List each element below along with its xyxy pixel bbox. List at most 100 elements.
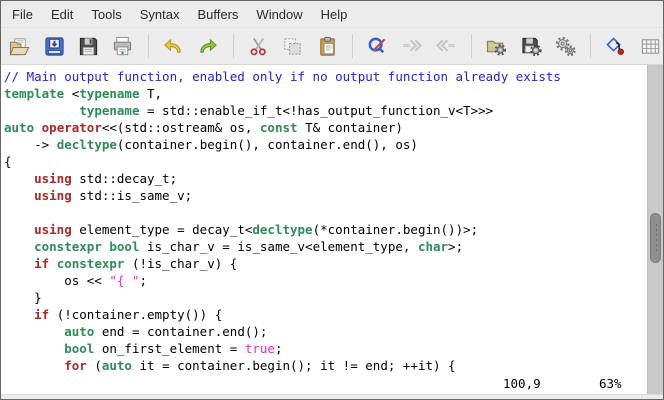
code-line: { — [4, 153, 647, 170]
menu-bar: File Edit Tools Syntax Buffers Window He… — [1, 1, 663, 28]
toolbar — [1, 28, 663, 65]
save-all-button[interactable] — [76, 33, 101, 59]
code-token — [4, 171, 34, 186]
cut-button[interactable] — [245, 33, 270, 59]
toolbar-separator — [233, 34, 234, 58]
ruler-cursor-position: 100,9 — [503, 375, 541, 392]
code-line: -> decltype(container.begin(), container… — [4, 136, 647, 153]
table-mode-button[interactable] — [638, 33, 663, 59]
magnifier-pencil-icon — [366, 35, 389, 58]
code-token: if — [34, 307, 49, 322]
code-token: std::is_same_v; — [72, 188, 192, 203]
table-grid-icon — [639, 35, 662, 58]
code-token: std::decay_t; — [72, 171, 177, 186]
undo-button[interactable] — [161, 33, 186, 59]
code-token: operator — [42, 120, 102, 135]
code-line: typename = std::enable_if_t<!has_output_… — [4, 102, 647, 119]
redo-button[interactable] — [195, 33, 220, 59]
code-token: using — [34, 188, 72, 203]
printer-icon — [111, 35, 134, 58]
code-token: true — [245, 341, 275, 356]
print-button[interactable] — [110, 33, 135, 59]
window-bottom-edge — [1, 394, 663, 399]
code-token: using — [34, 222, 72, 237]
code-token: T& container) — [298, 120, 403, 135]
code-area[interactable]: // Main output function, enabled only if… — [1, 65, 647, 394]
code-token: (!is_char_v) { — [124, 256, 237, 271]
code-token: (container.begin(), container.end(), os) — [117, 137, 418, 152]
menu-edit[interactable]: Edit — [42, 2, 82, 27]
find-next-button[interactable] — [399, 33, 424, 59]
save-drive-icon — [43, 35, 66, 58]
find-replace-button[interactable] — [365, 33, 390, 59]
code-line — [4, 204, 647, 221]
code-token — [34, 120, 42, 135]
make-diamond-icon — [604, 35, 627, 58]
code-token: decltype — [252, 222, 312, 237]
code-line: constexpr bool is_char_v = is_same_v<ele… — [4, 238, 647, 255]
code-token: ; — [275, 341, 283, 356]
toolbar-separator — [148, 34, 149, 58]
code-token — [4, 222, 34, 237]
code-token: auto — [64, 324, 94, 339]
code-token: bool — [64, 341, 94, 356]
menu-window[interactable]: Window — [247, 2, 311, 27]
text-area[interactable]: // Main output function, enabled only if… — [1, 65, 663, 394]
code-token: >; — [448, 239, 463, 254]
open-file-button[interactable] — [7, 33, 32, 59]
code-token: template — [4, 86, 64, 101]
open-folder-icon — [8, 35, 31, 58]
scrollbar-thumb[interactable] — [650, 213, 661, 263]
code-token: constexpr — [34, 239, 102, 254]
toolbar-separator — [352, 34, 353, 58]
code-token: { — [4, 154, 12, 169]
code-token: element_type = decay_t< — [72, 222, 253, 237]
code-line: auto end = container.end(); — [4, 323, 647, 340]
code-token: auto — [4, 120, 34, 135]
menu-syntax[interactable]: Syntax — [131, 2, 189, 27]
load-session-button[interactable] — [484, 33, 509, 59]
code-line: if (!container.empty()) { — [4, 306, 647, 323]
ruler-line: 100,9 63% — [1, 375, 647, 392]
find-prev-button[interactable] — [434, 33, 459, 59]
scissors-icon — [247, 35, 270, 58]
copy-button[interactable] — [280, 33, 305, 59]
code-token: -> — [4, 137, 57, 152]
code-token: < — [64, 86, 79, 101]
ruler-scroll-percent: 63% — [599, 375, 622, 392]
code-token — [4, 103, 79, 118]
code-token: if — [34, 256, 49, 271]
code-token — [4, 239, 34, 254]
menu-tools[interactable]: Tools — [82, 2, 130, 27]
paste-button[interactable] — [314, 33, 339, 59]
code-token: (!container.empty()) { — [49, 307, 222, 322]
code-token — [4, 256, 34, 271]
code-token — [49, 256, 57, 271]
menu-buffers[interactable]: Buffers — [188, 2, 247, 27]
make-button[interactable] — [603, 33, 628, 59]
copy-icon — [281, 35, 304, 58]
vertical-scrollbar[interactable] — [647, 65, 663, 394]
floppy-gear-icon — [520, 35, 543, 58]
code-token: using — [34, 171, 72, 186]
save-session-button[interactable] — [518, 33, 543, 59]
code-line: if constexpr (!is_char_v) { — [4, 255, 647, 272]
menu-help[interactable]: Help — [312, 2, 357, 27]
code-token: decltype — [57, 137, 117, 152]
code-token: bool — [109, 239, 139, 254]
code-token — [4, 358, 64, 373]
find-prev-icon — [435, 35, 458, 58]
code-token: end = container.end(); — [94, 324, 267, 339]
menu-file[interactable]: File — [3, 2, 42, 27]
save-file-button[interactable] — [41, 33, 66, 59]
code-line: auto operator<<(std::ostream& os, const … — [4, 119, 647, 136]
toolbar-separator — [590, 34, 591, 58]
code-token: typename — [79, 103, 139, 118]
code-token: // Main output function, enabled only if… — [4, 69, 561, 84]
code-token — [4, 188, 34, 203]
run-script-button[interactable] — [553, 33, 578, 59]
code-token: for — [64, 358, 87, 373]
code-token — [4, 341, 64, 356]
code-token: typename — [79, 86, 139, 101]
redo-arrow-icon — [196, 35, 219, 58]
